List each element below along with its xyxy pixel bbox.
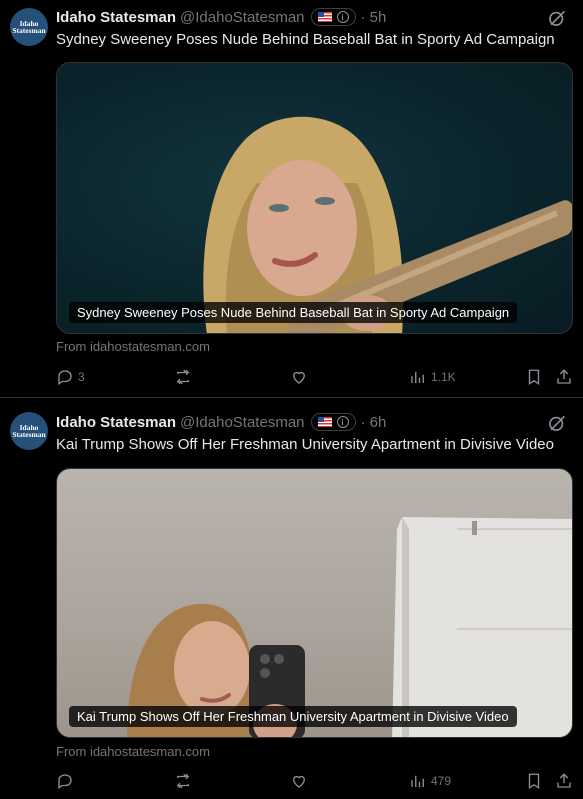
tweet-header: Idaho Statesman @IdahoStatesman i · 6h bbox=[56, 411, 573, 433]
reply-icon bbox=[58, 370, 72, 386]
repost-icon bbox=[176, 369, 190, 385]
tweet[interactable]: Idaho Statesman Idaho Statesman @IdahoSt… bbox=[0, 399, 583, 799]
author-name[interactable]: Idaho Statesman bbox=[56, 9, 176, 26]
reply-icon bbox=[58, 774, 72, 790]
country-badge[interactable]: i bbox=[310, 8, 356, 26]
bookmark-button[interactable] bbox=[525, 772, 543, 790]
repost-button[interactable] bbox=[174, 368, 196, 386]
share-icon bbox=[557, 369, 571, 384]
grok-icon[interactable] bbox=[547, 8, 567, 28]
media-caption: Sydney Sweeney Poses Nude Behind Basebal… bbox=[69, 302, 518, 323]
like-button[interactable] bbox=[290, 772, 312, 790]
repost-button[interactable] bbox=[174, 772, 196, 790]
views-button[interactable]: 1.1K bbox=[409, 368, 456, 386]
author-handle[interactable]: @IdahoStatesman bbox=[180, 9, 304, 26]
link-card-image[interactable]: Sydney Sweeney Poses Nude Behind Basebal… bbox=[56, 62, 573, 334]
link-source[interactable]: From idahostatesman.com bbox=[56, 339, 210, 354]
share-button[interactable] bbox=[555, 772, 573, 790]
bookmark-icon bbox=[528, 369, 540, 386]
avatar-text-line: Statesman bbox=[12, 26, 46, 35]
bookmark-icon bbox=[528, 773, 540, 790]
info-icon: i bbox=[336, 416, 349, 428]
photo-mirror-selfie bbox=[127, 517, 572, 737]
tweet-text: Kai Trump Shows Off Her Freshman Univers… bbox=[56, 436, 554, 453]
link-card-image[interactable]: Kai Trump Shows Off Her Freshman Univers… bbox=[56, 468, 573, 738]
bookmark-button[interactable] bbox=[525, 368, 543, 386]
reply-count: 3 bbox=[78, 370, 85, 384]
us-flag-icon bbox=[317, 12, 332, 22]
tweet-text: Sydney Sweeney Poses Nude Behind Basebal… bbox=[56, 31, 555, 48]
views-icon bbox=[411, 371, 424, 383]
media-caption: Kai Trump Shows Off Her Freshman Univers… bbox=[69, 706, 517, 727]
grok-icon[interactable] bbox=[547, 413, 567, 433]
info-icon: i bbox=[336, 11, 349, 23]
country-badge[interactable]: i bbox=[310, 413, 356, 431]
avatar-text-line: Statesman bbox=[12, 430, 46, 439]
timestamp[interactable]: · 5h bbox=[361, 9, 387, 26]
us-flag-icon bbox=[317, 417, 332, 427]
action-bar: 479 bbox=[56, 771, 573, 791]
photo-woman-with-bat bbox=[203, 116, 572, 333]
reply-button[interactable]: 3 bbox=[56, 368, 85, 386]
views-count: 1.1K bbox=[431, 370, 456, 384]
like-icon bbox=[293, 371, 305, 384]
tweet-header: Idaho Statesman @IdahoStatesman i · 5h bbox=[56, 6, 573, 28]
link-source[interactable]: From idahostatesman.com bbox=[56, 744, 210, 759]
avatar[interactable]: Idaho Statesman bbox=[10, 412, 48, 450]
repost-icon bbox=[176, 773, 190, 789]
tweet[interactable]: Idaho Statesman Idaho Statesman @IdahoSt… bbox=[0, 0, 583, 398]
share-icon bbox=[557, 773, 571, 788]
reply-button[interactable] bbox=[56, 772, 78, 790]
author-handle[interactable]: @IdahoStatesman bbox=[180, 414, 304, 431]
action-bar: 3 1.1K bbox=[56, 367, 573, 387]
avatar[interactable]: Idaho Statesman bbox=[10, 8, 48, 46]
views-icon bbox=[411, 775, 424, 787]
like-icon bbox=[293, 775, 305, 788]
timestamp[interactable]: · 6h bbox=[361, 414, 387, 431]
views-count: 479 bbox=[431, 774, 452, 788]
views-button[interactable]: 479 bbox=[409, 772, 451, 790]
share-button[interactable] bbox=[555, 368, 573, 386]
like-button[interactable] bbox=[290, 368, 312, 386]
author-name[interactable]: Idaho Statesman bbox=[56, 414, 176, 431]
